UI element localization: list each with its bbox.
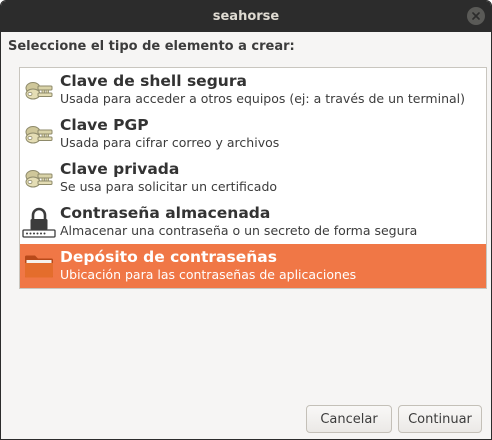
item-description: Se usa para solicitar un certificado	[60, 179, 278, 195]
key-icon	[22, 117, 56, 151]
list-item-ssh-key[interactable]: Clave de shell segura Usada para acceder…	[20, 68, 486, 112]
key-icon	[22, 73, 56, 107]
item-name: Clave PGP	[60, 116, 149, 135]
folder-icon	[22, 249, 56, 283]
item-description: Usada para cifrar correo y archivos	[60, 135, 280, 151]
item-name: Clave de shell segura	[60, 72, 247, 91]
item-description: Ubicación para las contraseñas de aplica…	[60, 267, 357, 283]
window-title: seahorse	[212, 9, 280, 24]
prompt-label: Seleccione el tipo de elemento a crear:	[8, 39, 295, 54]
dialog-window: seahorse Seleccione el tipo de elemento …	[0, 0, 492, 440]
list-item-password-keyring[interactable]: Depósito de contraseñas Ubicación para l…	[20, 244, 486, 288]
item-type-list[interactable]: Clave de shell segura Usada para acceder…	[19, 67, 487, 289]
list-item-private-key[interactable]: Clave privada Se usa para solicitar un c…	[20, 156, 486, 200]
close-icon	[472, 12, 480, 20]
list-item-pgp-key[interactable]: Clave PGP Usada para cifrar correo y arc…	[20, 112, 486, 156]
item-name: Depósito de contraseñas	[60, 248, 277, 267]
continue-button[interactable]: Continuar	[398, 405, 482, 433]
list-item-stored-password[interactable]: Contraseña almacenada Almacenar una cont…	[20, 200, 486, 244]
titlebar[interactable]: seahorse	[1, 1, 491, 32]
item-description: Usada para acceder a otros equipos (ej: …	[60, 91, 465, 107]
password-lock-icon	[22, 205, 56, 239]
item-name: Contraseña almacenada	[60, 204, 271, 223]
close-button[interactable]	[467, 7, 485, 25]
item-name: Clave privada	[60, 160, 180, 179]
item-description: Almacenar una contraseña o un secreto de…	[60, 223, 418, 239]
cancel-button[interactable]: Cancelar	[306, 405, 392, 433]
dialog-buttons: Cancelar Continuar	[306, 405, 482, 433]
key-icon	[22, 161, 56, 195]
